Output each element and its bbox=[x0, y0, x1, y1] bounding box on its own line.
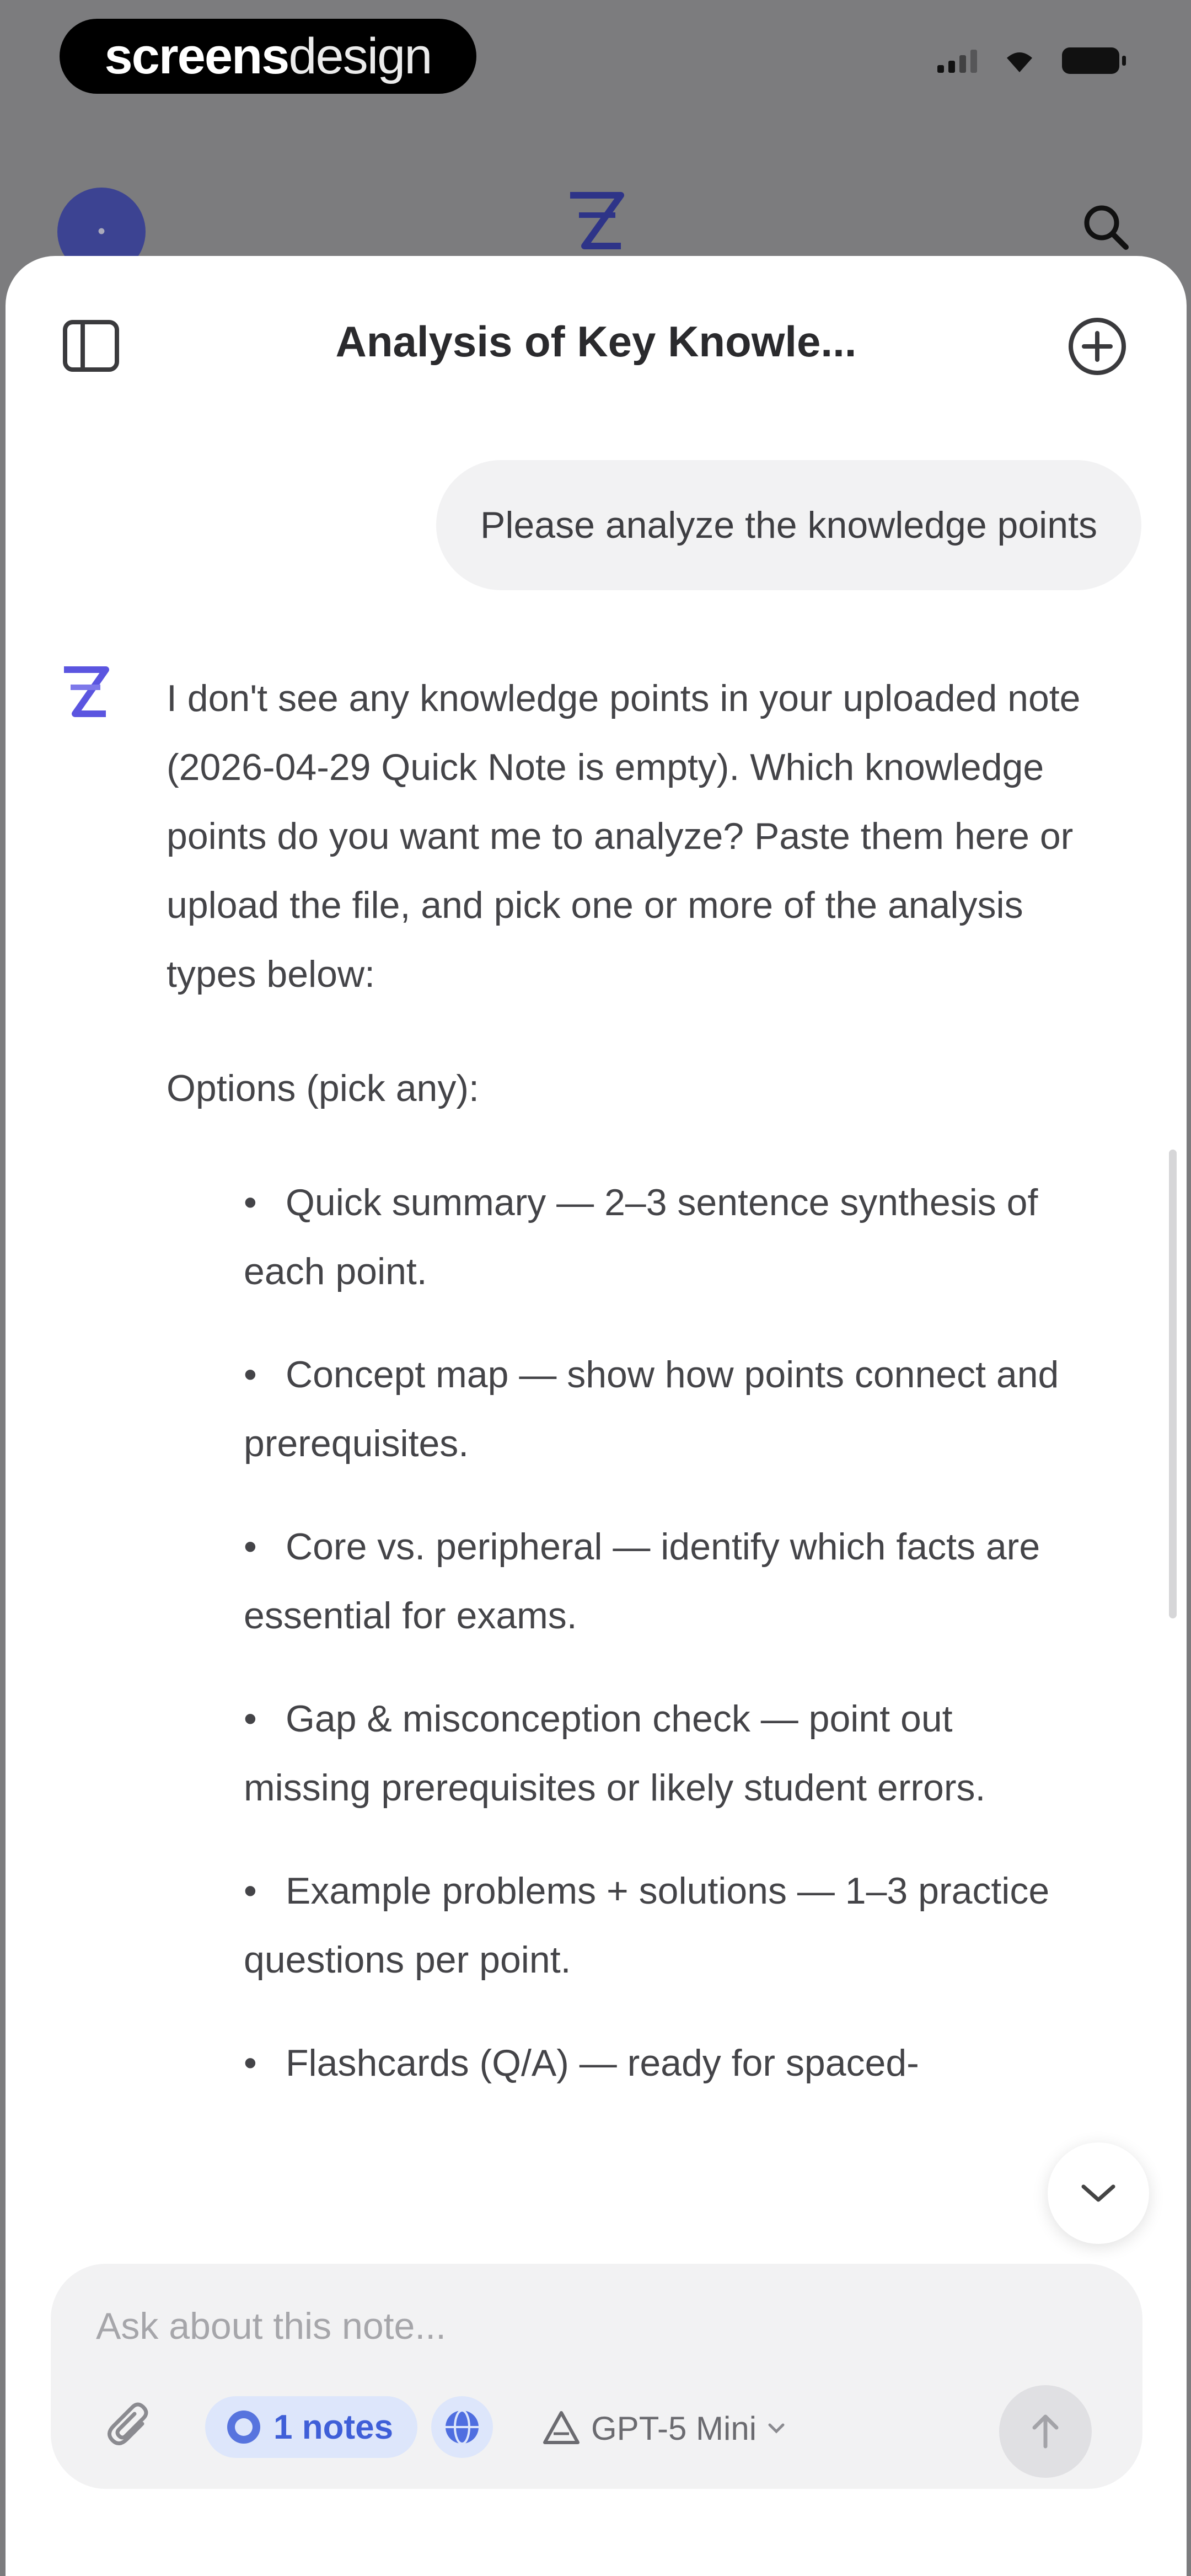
paperclip-icon[interactable] bbox=[106, 2402, 157, 2452]
ask-input[interactable] bbox=[95, 2298, 924, 2354]
bullet: • bbox=[244, 1526, 257, 1568]
status-icons bbox=[937, 47, 1126, 74]
model-icon bbox=[543, 2411, 580, 2444]
options-list: • Quick summary — 2–3 sentence synthesis … bbox=[167, 1168, 1082, 2098]
option-text: Example problems + solutions — 1–3 pract… bbox=[244, 1870, 1050, 1981]
watermark-light: design bbox=[288, 28, 432, 84]
web-search-toggle[interactable] bbox=[431, 2396, 493, 2458]
bullet: • bbox=[244, 1698, 257, 1740]
battery-icon bbox=[1062, 47, 1126, 74]
sheet-header: Analysis of Key Knowle... bbox=[6, 256, 1187, 421]
status-bar: screens design bbox=[0, 0, 1191, 110]
wifi-icon bbox=[1007, 52, 1032, 72]
model-selector[interactable]: GPT-5 Mini bbox=[541, 2401, 786, 2456]
bullet: • bbox=[244, 1182, 257, 1223]
option-text: Flashcards (Q/A) — ready for spaced- bbox=[286, 2042, 919, 2084]
options-heading: Options (pick any): bbox=[167, 1067, 479, 1109]
option-text: Quick summary — 2–3 sentence synthesis o… bbox=[244, 1182, 1038, 1292]
list-item: • Flashcards (Q/A) — ready for spaced- bbox=[244, 2029, 1082, 2098]
list-item: • Core vs. peripheral — identify which fa… bbox=[244, 1513, 1082, 1650]
cellular-signal-icon bbox=[937, 49, 977, 73]
notes-chip-label: 1 notes bbox=[273, 2408, 394, 2446]
notes-icon bbox=[227, 2411, 260, 2444]
screensdesign-watermark: screens design bbox=[60, 19, 476, 94]
send-button[interactable] bbox=[999, 2385, 1092, 2478]
bullet: • bbox=[244, 1870, 257, 1912]
chevron-down-icon bbox=[768, 2423, 785, 2434]
option-text: Gap & misconception check — point out mi… bbox=[244, 1698, 986, 1809]
avatar-glyph: • bbox=[97, 219, 106, 244]
user-message-bubble: Please analyze the knowledge points bbox=[436, 460, 1141, 590]
option-text: Concept map — show how points connect an… bbox=[244, 1354, 1059, 1465]
composer: 1 notes GPT-5 Mini bbox=[51, 2264, 1142, 2489]
list-item: • Gap & misconception check — point out m… bbox=[244, 1685, 1082, 1823]
model-name: GPT-5 Mini bbox=[591, 2409, 757, 2447]
chevron-down-icon bbox=[1081, 2184, 1115, 2202]
background-search-icon bbox=[1084, 205, 1129, 250]
list-item: • Quick summary — 2–3 sentence synthesis … bbox=[244, 1168, 1082, 1306]
watermark-bold: screens bbox=[104, 28, 290, 84]
notes-chip[interactable]: 1 notes bbox=[205, 2396, 418, 2458]
list-item: • Concept map — show how points connect a… bbox=[244, 1340, 1082, 1478]
new-chat-plus-icon[interactable] bbox=[1066, 316, 1128, 377]
background-app-logo-icon bbox=[570, 192, 624, 249]
arrow-up-icon bbox=[1032, 2414, 1059, 2449]
assistant-intro: I don't see any knowledge points in your… bbox=[167, 677, 1081, 995]
globe-icon bbox=[446, 2409, 479, 2445]
list-item: • Example problems + solutions — 1–3 prac… bbox=[244, 1857, 1082, 1995]
chat-sheet: Analysis of Key Knowle... Please analyze… bbox=[6, 256, 1187, 2576]
scrollbar-thumb[interactable] bbox=[1169, 1150, 1177, 1618]
bullet: • bbox=[244, 1354, 257, 1396]
assistant-message: I don't see any knowledge points in your… bbox=[167, 664, 1082, 2132]
user-message-text: Please analyze the knowledge points bbox=[480, 504, 1097, 546]
conversation-title: Analysis of Key Knowle... bbox=[335, 317, 857, 366]
assistant-logo-icon bbox=[64, 666, 109, 717]
scroll-to-bottom-button[interactable] bbox=[1048, 2142, 1149, 2244]
option-text: Core vs. peripheral — identify which fac… bbox=[244, 1526, 1040, 1637]
bullet: • bbox=[244, 2042, 257, 2084]
